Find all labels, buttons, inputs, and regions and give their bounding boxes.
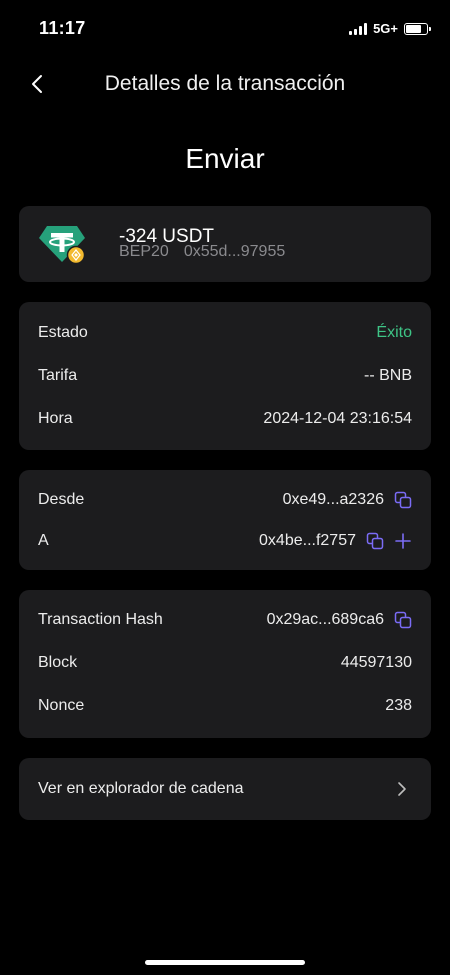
chevron-right-icon (398, 782, 406, 796)
status-indicators: 5G+ (349, 21, 431, 36)
from-address: 0xe49...a2326 (282, 491, 384, 508)
view-explorer-button[interactable]: Ver en explorador de cadena (19, 758, 431, 820)
token-meta: BEP20 0x55d...97955 (119, 243, 285, 261)
copy-icon[interactable] (394, 491, 412, 509)
home-indicator (145, 960, 305, 965)
nonce-row: Nonce 238 (38, 694, 412, 718)
hash-row: Transaction Hash 0x29ac...689ca6 (38, 608, 412, 632)
usdt-token-icon (39, 226, 86, 264)
to-address: 0x4be...f2757 (259, 532, 356, 549)
copy-icon[interactable] (394, 611, 412, 629)
addresses-card: Desde 0xe49...a2326 A 0x4be...f2757 (19, 470, 431, 570)
to-label: A (38, 532, 49, 549)
from-row: Desde 0xe49...a2326 (38, 488, 412, 512)
battery-icon (404, 22, 431, 35)
to-value-group: 0x4be...f2757 (259, 532, 412, 550)
block-label: Block (38, 654, 78, 671)
nonce-value: 238 (385, 697, 412, 714)
status-bar: 11:17 5G+ (0, 0, 450, 58)
page-title: Enviar (185, 143, 265, 174)
to-row: A 0x4be...f2757 (38, 529, 412, 553)
copy-icon[interactable] (366, 532, 384, 550)
token-network: BEP20 (119, 243, 169, 260)
block-value: 44597130 (340, 654, 412, 671)
hash-label: Transaction Hash (38, 611, 163, 628)
fee-row: Tarifa -- BNB (38, 364, 412, 388)
time-label: Hora (38, 410, 73, 427)
status-time: 11:17 (39, 18, 86, 38)
time-value: 2024-12-04 23:16:54 (263, 410, 412, 427)
status-row: Estado Éxito (38, 321, 412, 345)
network-label: 5G+ (373, 21, 398, 36)
hash-value: 0x29ac...689ca6 (266, 611, 384, 628)
token-contract-address: 0x55d...97955 (183, 243, 286, 260)
hash-value-group: 0x29ac...689ca6 (267, 611, 412, 629)
block-row: Block 44597130 (38, 651, 412, 675)
nav-title: Detalles de la transacción (104, 72, 346, 95)
chain-info-card: Transaction Hash 0x29ac...689ca6 Block 4… (19, 590, 431, 738)
explorer-label: Ver en explorador de cadena (38, 780, 244, 797)
add-contact-icon[interactable] (394, 532, 412, 550)
nav-bar: Detalles de la transacción (0, 62, 450, 106)
fee-value: -- BNB (364, 367, 412, 384)
explorer-row: Ver en explorador de cadena (38, 777, 371, 801)
time-row: Hora 2024-12-04 23:16:54 (38, 407, 412, 431)
from-value-group: 0xe49...a2326 (283, 491, 412, 509)
token-card: -324 USDT BEP20 0x55d...97955 (19, 206, 431, 282)
from-label: Desde (38, 491, 85, 508)
fee-label: Tarifa (38, 367, 78, 384)
status-card: Estado Éxito Tarifa -- BNB Hora 2024-12-… (19, 302, 431, 450)
status-value: Éxito (376, 324, 412, 341)
status-label: Estado (38, 324, 88, 341)
nonce-label: Nonce (38, 697, 85, 714)
signal-icon (349, 22, 368, 35)
